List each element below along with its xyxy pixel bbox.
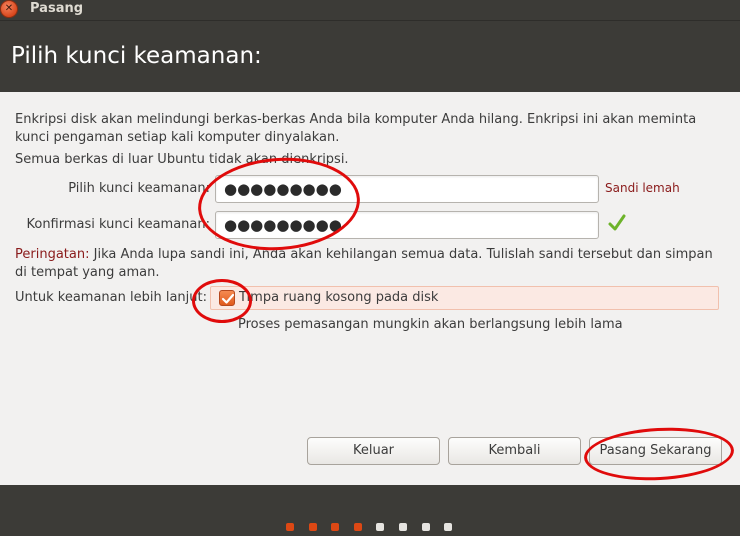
overwrite-checkbox[interactable] [219, 290, 235, 306]
title-bar: ✕ Pasang [0, 0, 740, 20]
overwrite-note: Proses pemasangan mungkin akan berlangsu… [238, 317, 623, 332]
security-key-input[interactable]: ●●●●●●●●● [215, 175, 599, 203]
window-title: Pasang [30, 1, 84, 16]
note-text: Semua berkas di luar Ubuntu tidak akan d… [15, 152, 349, 167]
checkmark-icon [608, 214, 626, 231]
quit-button[interactable]: Keluar [307, 437, 440, 465]
progress-step-dot [444, 523, 453, 531]
page-title: Pilih kunci keamanan: [11, 43, 262, 69]
progress-step-dot [376, 523, 385, 531]
key-label: Pilih kunci keamanan: [68, 181, 210, 196]
install-now-button[interactable]: Pasang Sekarang [589, 437, 722, 465]
confirm-key-label: Konfirmasi kunci keamanan: [26, 217, 210, 232]
intro-text: Enkripsi disk akan melindungi berkas-ber… [15, 112, 697, 145]
progress-step-dot [331, 523, 340, 531]
overwrite-label: Timpa ruang kosong pada disk [239, 290, 439, 305]
progress-step-dot [421, 523, 430, 531]
password-strength-label: Sandi lemah [605, 181, 680, 195]
warning-text: Peringatan: Jika Anda lupa sandi ini, An… [15, 246, 715, 282]
overwrite-option[interactable]: Timpa ruang kosong pada disk [210, 286, 719, 310]
progress-step-dot [308, 523, 317, 531]
close-button[interactable]: ✕ [0, 0, 18, 18]
warning-body: Jika Anda lupa sandi ini, Anda akan kehi… [15, 247, 713, 280]
progress-step-dot [399, 523, 407, 531]
content-area: Enkripsi disk akan melindungi berkas-ber… [0, 92, 740, 485]
security-key-value: ●●●●●●●●● [224, 180, 342, 198]
confirm-key-value: ●●●●●●●●● [224, 216, 342, 234]
warning-prefix: Peringatan: [15, 247, 90, 262]
confirm-key-input[interactable]: ●●●●●●●●● [215, 211, 599, 239]
progress-step-dot [286, 523, 294, 531]
page-header: Pilih kunci keamanan: [0, 20, 740, 92]
footer [0, 485, 740, 536]
progress-step-dot [353, 523, 362, 531]
checkbox-check-icon [221, 293, 235, 304]
extra-security-label: Untuk keamanan lebih lanjut: [15, 290, 207, 305]
back-button[interactable]: Kembali [448, 437, 581, 465]
close-icon: ✕ [4, 3, 14, 14]
